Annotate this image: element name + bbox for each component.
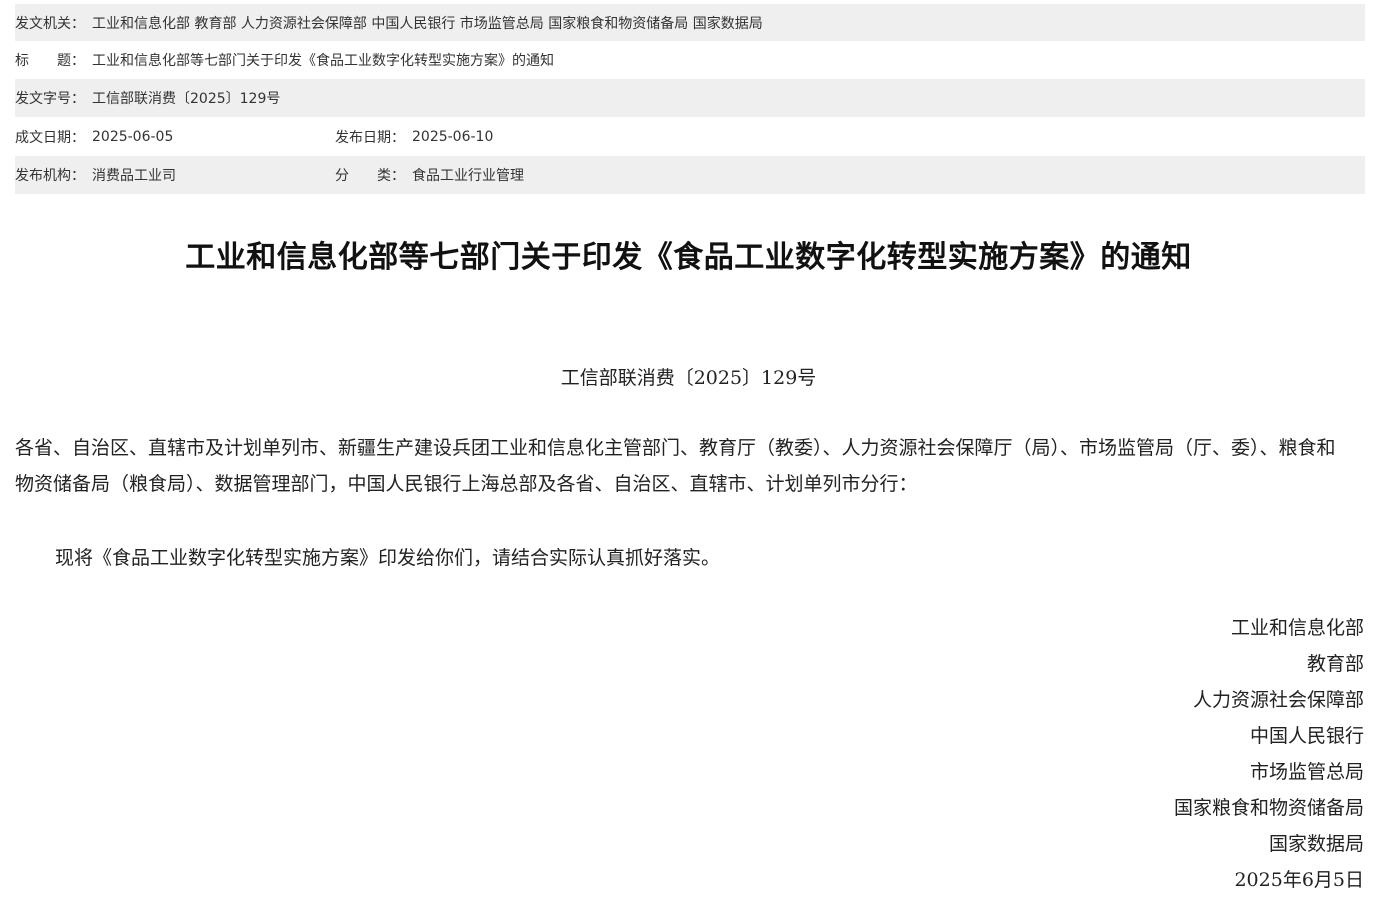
category-label: 分 类：: [335, 168, 405, 184]
meta-row-docno: 发文字号： 工信部联消费〔2025〕129号: [15, 79, 1365, 117]
signer-data-bureau: 国家数据局: [1268, 833, 1364, 855]
created-date-value: 2025-06-05: [92, 128, 174, 145]
issuer-label: 发文机关：: [15, 15, 85, 32]
document-title: 工业和信息化部等七部门关于印发《食品工业数字化转型实施方案》的通知: [185, 240, 1192, 275]
published-date-value: 2025-06-10: [412, 128, 494, 145]
addressee-paragraph: 各省、自治区、直辖市及计划单列市、新疆生产建设兵团工业和信息化主管部门、教育厅（…: [15, 437, 1336, 495]
signer-miit: 工业和信息化部: [1230, 617, 1364, 639]
document-number: 工信部联消费〔2025〕129号: [560, 367, 817, 389]
org-label: 发布机构：: [15, 168, 85, 184]
issuer-value: 工业和信息化部 教育部 人力资源社会保障部 中国人民银行 市场监管总局 国家粮食…: [92, 15, 763, 32]
signer-pboc: 中国人民银行: [1249, 725, 1364, 747]
category-value: 食品工业行业管理: [412, 168, 524, 184]
signer-moe: 教育部: [1306, 653, 1364, 675]
title-value: 工业和信息化部等七部门关于印发《食品工业数字化转型实施方案》的通知: [92, 53, 554, 69]
signer-grain-reserves: 国家粮食和物资储备局: [1173, 797, 1364, 819]
title-label: 标 题：: [15, 53, 85, 69]
created-date-label: 成文日期：: [15, 129, 85, 146]
meta-row-dates: 成文日期： 2025-06-05 发布日期： 2025-06-10: [15, 117, 1365, 156]
signer-samr: 市场监管总局: [1249, 761, 1364, 783]
metadata-table: 发文机关： 工业和信息化部 教育部 人力资源社会保障部 中国人民银行 市场监管总…: [15, 4, 1365, 194]
published-date-label: 发布日期：: [335, 129, 405, 146]
meta-row-issuer: 发文机关： 工业和信息化部 教育部 人力资源社会保障部 中国人民银行 市场监管总…: [15, 4, 1365, 41]
signer-mohrss: 人力资源社会保障部: [1192, 689, 1364, 711]
signature-date: 2025年6月5日: [1234, 869, 1364, 891]
docno-label: 发文字号：: [15, 91, 85, 107]
org-value: 消费品工业司: [92, 168, 176, 184]
docno-value: 工信部联消费〔2025〕129号: [92, 91, 281, 107]
meta-row-org: 发布机构： 消费品工业司 分 类： 食品工业行业管理: [15, 156, 1365, 194]
body-paragraph: 现将《食品工业数字化转型实施方案》印发给你们，请结合实际认真抓好落实。: [55, 547, 721, 569]
signature-block: 工业和信息化部 教育部 人力资源社会保障部 中国人民银行 市场监管总局 国家粮食…: [1174, 610, 1364, 898]
meta-row-title: 标 题： 工业和信息化部等七部门关于印发《食品工业数字化转型实施方案》的通知: [15, 41, 1365, 79]
